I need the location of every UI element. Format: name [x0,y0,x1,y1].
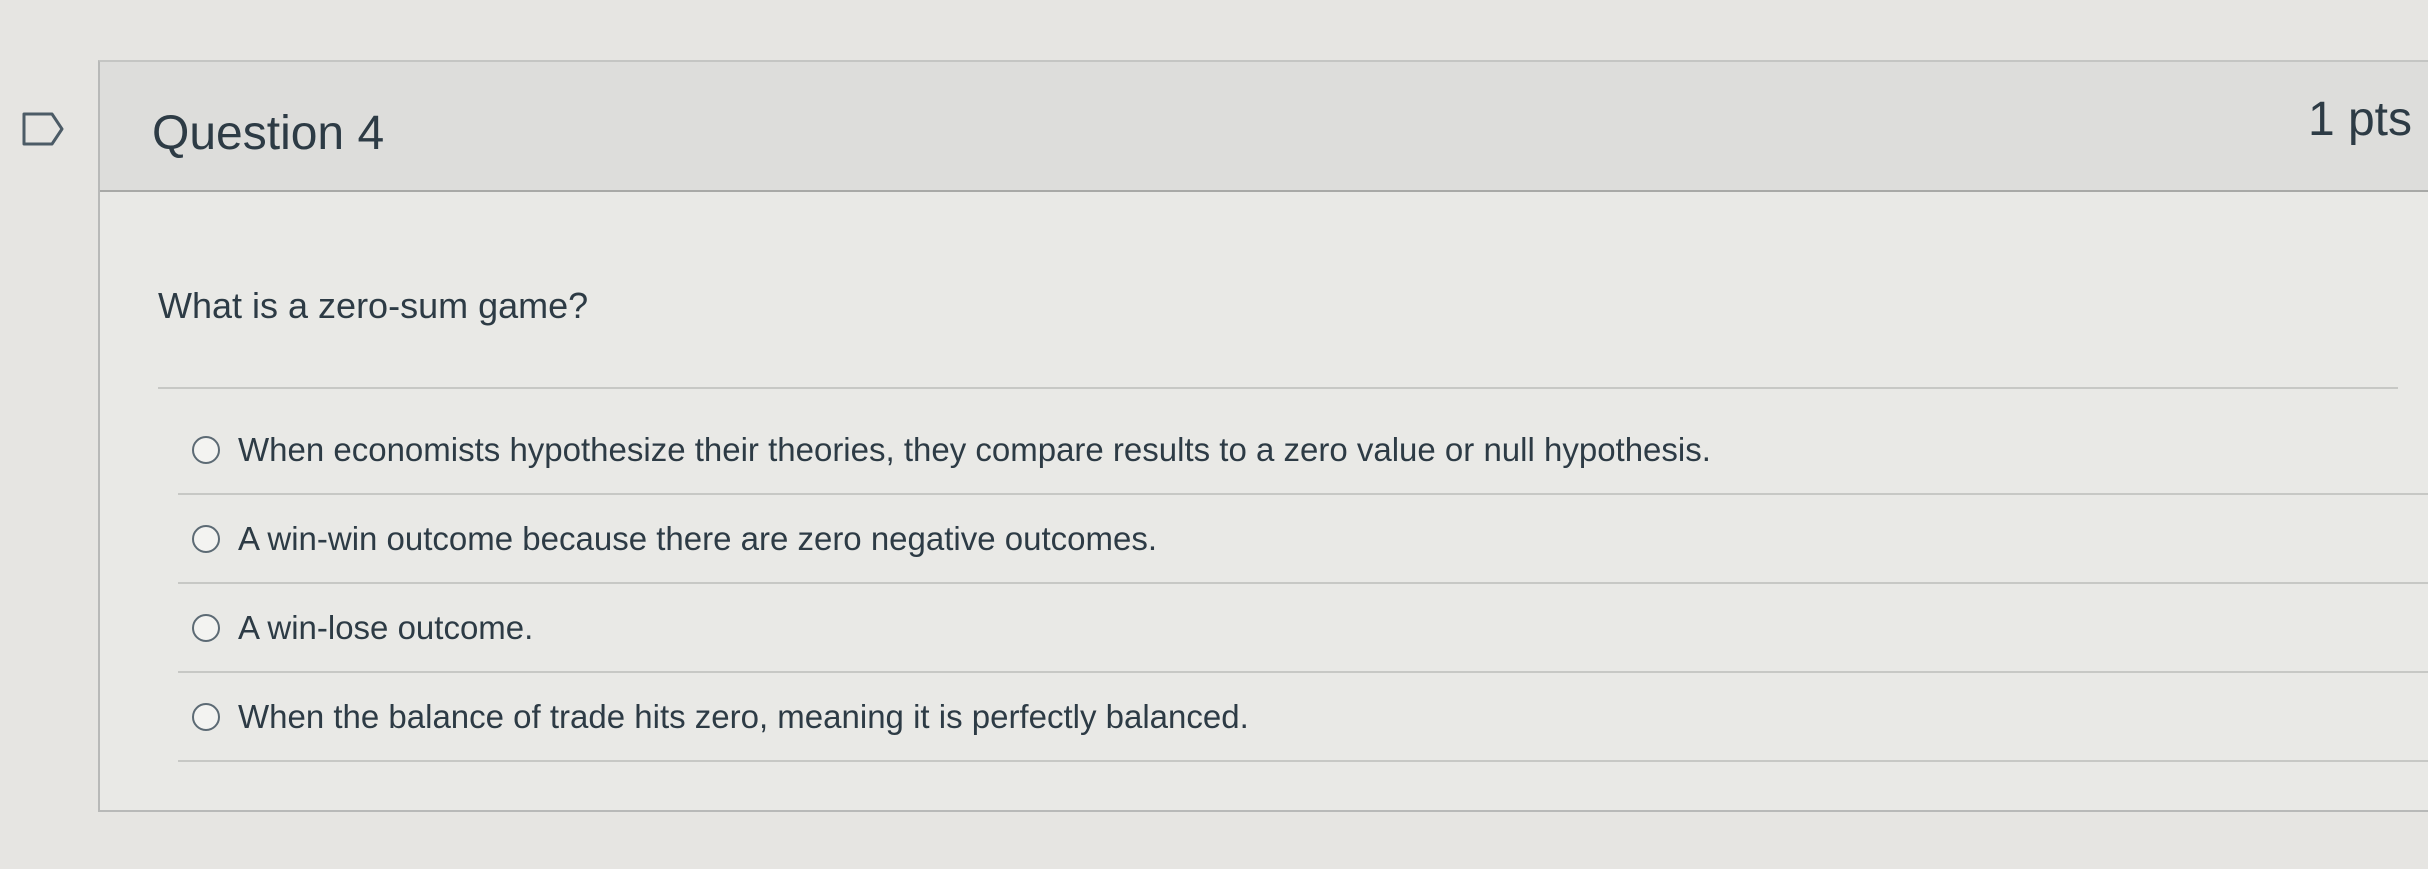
radio-unchecked-icon[interactable] [192,702,220,731]
question-header: Question 4 1 pts [100,62,2428,192]
answer-label-1: When economists hypothesize their theori… [238,430,1711,468]
question-title: Question 4 [152,107,385,160]
answer-option-2[interactable]: A win-win outcome because there are zero… [178,495,2428,584]
answer-label-2: A win-win outcome because there are zero… [238,519,1158,557]
answer-option-3[interactable]: A win-lose outcome. [178,584,2428,673]
answer-label-4: When the balance of trade hits zero, mea… [238,697,1249,735]
radio-unchecked-icon[interactable] [192,613,220,642]
answer-list: When economists hypothesize their theori… [178,406,2428,762]
question-text: What is a zero-sum game? [158,285,589,326]
radio-unchecked-icon[interactable] [192,435,220,464]
answer-option-1[interactable]: When economists hypothesize their theori… [178,406,2428,495]
question-body: What is a zero-sum game? When economists… [100,192,2428,812]
question-divider [158,387,2398,389]
answer-option-4[interactable]: When the balance of trade hits zero, mea… [178,673,2428,762]
question-points: 1 pts [2307,93,2412,146]
answer-label-3: A win-lose outcome. [238,608,534,646]
question-card: Question 4 1 pts What is a zero-sum game… [98,60,2428,812]
radio-unchecked-icon[interactable] [192,524,220,553]
bookmark-question-icon[interactable] [22,112,64,146]
